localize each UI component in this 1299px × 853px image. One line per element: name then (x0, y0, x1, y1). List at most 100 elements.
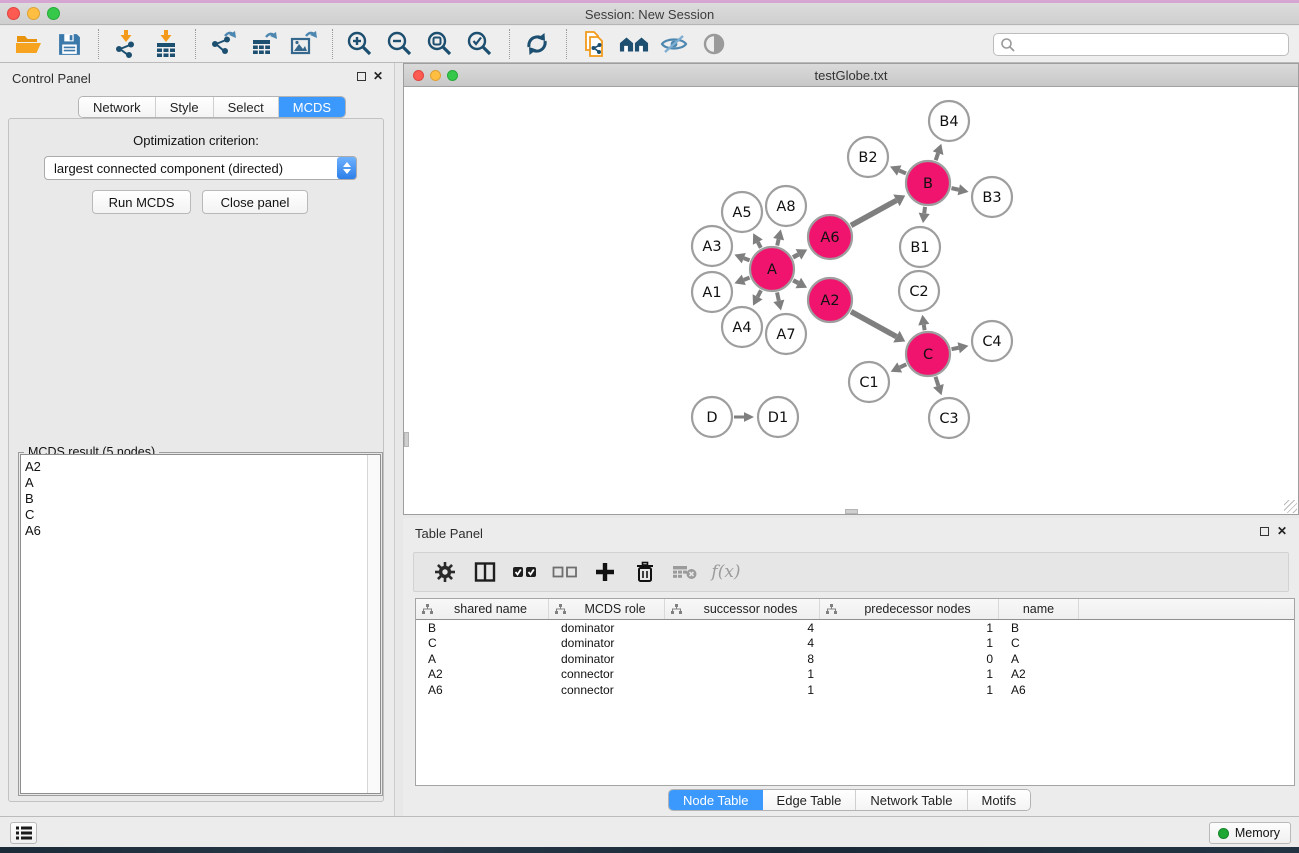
tab-style[interactable]: Style (156, 97, 214, 117)
graph-edge-A-A2[interactable] (793, 280, 798, 283)
network-resize-grip[interactable] (1284, 500, 1297, 513)
float-table-panel-icon[interactable] (1260, 527, 1269, 536)
network-vertical-scroll-thumb[interactable] (404, 432, 409, 447)
show-all-eye-icon[interactable] (699, 29, 729, 59)
search-field[interactable] (993, 33, 1289, 56)
result-item-a[interactable]: A (25, 475, 364, 491)
close-table-panel-icon[interactable]: ✕ (1277, 524, 1287, 538)
cell-shared-name[interactable]: C (416, 636, 549, 650)
zoom-out-icon[interactable] (385, 29, 415, 59)
graph-edge-B-B2[interactable] (899, 171, 906, 174)
result-item-a2[interactable]: A2 (25, 459, 364, 475)
tab-motifs[interactable]: Motifs (968, 790, 1031, 810)
table-row-a2[interactable]: A2connector11A2 (416, 667, 1294, 683)
close-panel-button[interactable]: Close panel (202, 190, 308, 214)
network-window-titlebar[interactable]: testGlobe.txt (404, 64, 1298, 87)
tab-network-table[interactable]: Network Table (856, 790, 967, 810)
graph-edge-C-C1[interactable] (900, 364, 907, 367)
tab-node-table[interactable]: Node Table (669, 790, 763, 810)
cell-MCDS-role[interactable]: dominator (549, 652, 665, 666)
tab-network[interactable]: Network (79, 97, 156, 117)
import-network-icon[interactable] (111, 29, 141, 59)
refresh-icon[interactable] (522, 29, 552, 59)
close-panel-icon[interactable]: ✕ (373, 69, 383, 83)
cell-MCDS-role[interactable]: connector (549, 683, 665, 697)
cell-shared-name[interactable]: A6 (416, 683, 549, 697)
result-item-a6[interactable]: A6 (25, 523, 364, 539)
cell-name[interactable]: B (999, 621, 1079, 635)
select-all-checkboxes-icon[interactable] (510, 558, 540, 586)
table-row-b[interactable]: Bdominator41B (416, 620, 1294, 636)
open-session-icon[interactable] (14, 29, 44, 59)
result-list-scrollbar[interactable] (367, 455, 380, 793)
cell-predecessor-nodes[interactable]: 0 (820, 652, 999, 666)
graph-edge-A-A7[interactable] (777, 292, 779, 300)
cell-predecessor-nodes[interactable]: 1 (820, 667, 999, 681)
create-column-plus-icon[interactable] (590, 558, 620, 586)
table-settings-gear-icon[interactable] (430, 558, 460, 586)
table-row-c[interactable]: Cdominator41C (416, 636, 1294, 652)
memory-status-button[interactable]: Memory (1209, 822, 1291, 844)
graph-edge-A-A8[interactable] (777, 239, 778, 245)
clone-network-icon[interactable] (579, 29, 609, 59)
graph-edge-C-C4[interactable] (952, 348, 959, 349)
cell-successor-nodes[interactable]: 4 (665, 621, 820, 635)
import-table-icon[interactable] (151, 29, 181, 59)
graph-edge-B-B3[interactable] (951, 188, 958, 190)
node-table[interactable]: shared nameMCDS rolesuccessor nodesprede… (415, 598, 1295, 786)
cell-name[interactable]: A6 (999, 683, 1079, 697)
select-columns-icon[interactable] (470, 558, 500, 586)
table-row-a6[interactable]: A6connector11A6 (416, 682, 1294, 698)
cell-predecessor-nodes[interactable]: 1 (820, 683, 999, 697)
graph-edge-A-A1[interactable] (744, 278, 750, 280)
cell-successor-nodes[interactable]: 4 (665, 636, 820, 650)
network-horizontal-scroll-thumb[interactable] (845, 509, 858, 514)
export-table-icon[interactable] (248, 29, 278, 59)
cell-name[interactable]: A2 (999, 667, 1079, 681)
cell-MCDS-role[interactable]: dominator (549, 636, 665, 650)
cell-successor-nodes[interactable]: 1 (665, 667, 820, 681)
graph-edge-A-A5[interactable] (758, 242, 761, 248)
delete-column-trash-icon[interactable] (630, 558, 660, 586)
cell-name[interactable]: C (999, 636, 1079, 650)
tab-edge-table[interactable]: Edge Table (763, 790, 857, 810)
graph-edge-A2-C[interactable] (851, 312, 896, 337)
table-row-a[interactable]: Adominator80A (416, 651, 1294, 667)
graph-edge-C-C2[interactable] (924, 325, 925, 331)
cell-shared-name[interactable]: A (416, 652, 549, 666)
cell-MCDS-role[interactable]: dominator (549, 621, 665, 635)
hide-selected-eye-icon[interactable] (659, 29, 689, 59)
result-item-b[interactable]: B (25, 491, 364, 507)
save-session-icon[interactable] (54, 29, 84, 59)
cell-successor-nodes[interactable]: 8 (665, 652, 820, 666)
first-neighbors-home-icon[interactable] (619, 29, 649, 59)
column-header-shared-name[interactable]: shared name (416, 599, 549, 619)
search-input[interactable] (1016, 38, 1288, 52)
cell-MCDS-role[interactable]: connector (549, 667, 665, 681)
graph-edge-A-A4[interactable] (758, 290, 761, 296)
float-panel-icon[interactable] (357, 72, 366, 81)
deselect-all-checkboxes-icon[interactable] (550, 558, 580, 586)
cell-successor-nodes[interactable]: 1 (665, 683, 820, 697)
tab-mcds[interactable]: MCDS (279, 97, 345, 117)
export-image-icon[interactable] (288, 29, 318, 59)
zoom-selected-icon[interactable] (465, 29, 495, 59)
cell-predecessor-nodes[interactable]: 1 (820, 636, 999, 650)
mcds-result-list[interactable]: A2ABCA6 (20, 454, 381, 794)
column-header-successor-nodes[interactable]: successor nodes (665, 599, 820, 619)
export-network-icon[interactable] (208, 29, 238, 59)
result-item-c[interactable]: C (25, 507, 364, 523)
optimization-criterion-select[interactable]: largest connected component (directed) (44, 156, 357, 180)
column-header-predecessor-nodes[interactable]: predecessor nodes (820, 599, 999, 619)
zoom-fit-icon[interactable] (425, 29, 455, 59)
cell-name[interactable]: A (999, 652, 1079, 666)
graph-edge-A-A3[interactable] (744, 258, 750, 260)
graph-edge-A-A6[interactable] (793, 254, 798, 257)
graph-edge-C-C3[interactable] (935, 377, 938, 386)
graph-edge-B-B4[interactable] (936, 153, 938, 160)
column-header-MCDS-role[interactable]: MCDS role (549, 599, 665, 619)
cell-predecessor-nodes[interactable]: 1 (820, 621, 999, 635)
graph-edge-A6-B[interactable] (851, 200, 896, 225)
graph-edge-B-B1[interactable] (924, 207, 925, 213)
tab-select[interactable]: Select (214, 97, 279, 117)
